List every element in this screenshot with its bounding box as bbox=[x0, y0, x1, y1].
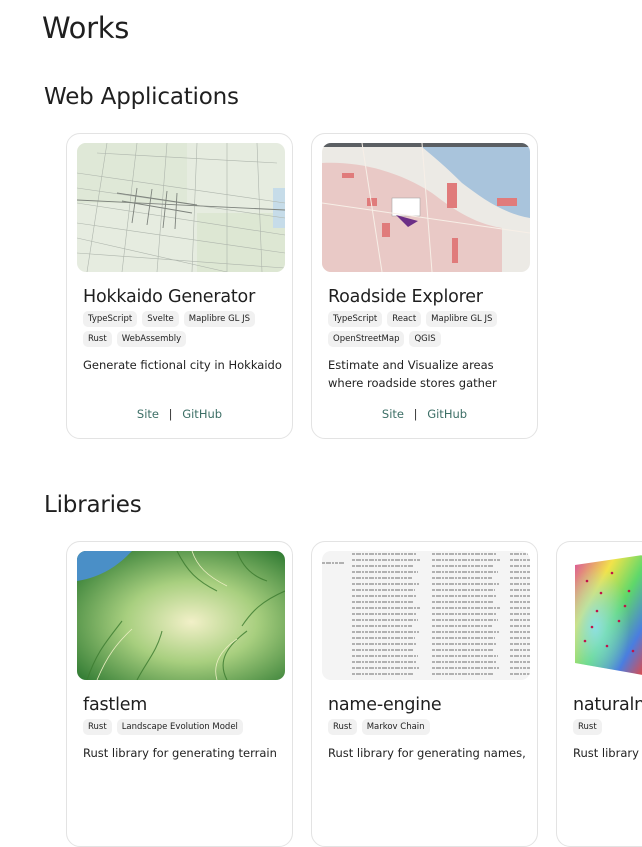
card-description: Rust library for natural neighbor interp… bbox=[573, 746, 642, 760]
card-fastlem[interactable]: fastlem Rust Landscape Evolution Model R… bbox=[66, 541, 293, 847]
github-link[interactable]: GitHub bbox=[427, 407, 467, 421]
tag: Rust bbox=[573, 719, 602, 735]
card-hokkaido-generator[interactable]: Hokkaido Generator TypeScript Svelte Map… bbox=[66, 133, 293, 439]
card-title: fastlem bbox=[83, 695, 148, 715]
card-title: naturalneighbor bbox=[573, 695, 642, 715]
tag-list: TypeScript Svelte Maplibre GL JS Rust We… bbox=[83, 311, 288, 347]
tag: WebAssembly bbox=[116, 331, 187, 347]
tag: TypeScript bbox=[83, 311, 138, 327]
tag-list: TypeScript React Maplibre GL JS OpenStre… bbox=[328, 311, 533, 347]
tag: Maplibre GL JS bbox=[183, 311, 256, 327]
card-description: Rust library for generating names, bbox=[328, 746, 526, 760]
tag-list: Rust Markov Chain bbox=[328, 719, 533, 735]
link-separator: | bbox=[168, 407, 173, 421]
card-roadside-explorer[interactable]: Roadside Explorer TypeScript React Mapli… bbox=[311, 133, 538, 439]
thumbnail-naturalneighbor[interactable] bbox=[567, 551, 642, 680]
github-link[interactable]: GitHub bbox=[182, 407, 222, 421]
tag-list: Rust Landscape Evolution Model bbox=[83, 719, 288, 735]
card-title: Roadside Explorer bbox=[328, 287, 483, 307]
card-links: Site | GitHub bbox=[312, 407, 537, 421]
card-name-engine[interactable]: name-engine Rust Markov Chain Rust libra… bbox=[311, 541, 538, 847]
tag: Rust bbox=[83, 331, 112, 347]
tag: Maplibre GL JS bbox=[426, 311, 498, 327]
thumbnail-fastlem[interactable] bbox=[77, 551, 285, 680]
tag: OpenStreetMap bbox=[328, 331, 405, 347]
card-description: Estimate and Visualize areas where roads… bbox=[328, 358, 497, 390]
tag: Markov Chain bbox=[361, 719, 430, 735]
site-link[interactable]: Site bbox=[382, 407, 404, 421]
site-link[interactable]: Site bbox=[137, 407, 159, 421]
section-title-web-applications: Web Applications bbox=[44, 84, 239, 110]
tag: React bbox=[387, 311, 422, 327]
link-separator: | bbox=[413, 407, 418, 421]
card-naturalneighbor[interactable]: naturalneighbor Rust Rust library for na… bbox=[556, 541, 642, 847]
thumbnail-hokkaido-generator[interactable] bbox=[77, 143, 285, 272]
tag: TypeScript bbox=[328, 311, 383, 327]
tag: Rust bbox=[328, 719, 357, 735]
page-title: Works bbox=[42, 11, 130, 45]
card-description: Generate fictional city in Hokkaido bbox=[83, 358, 282, 372]
thumbnail-name-engine[interactable] bbox=[322, 551, 530, 680]
tag: Svelte bbox=[142, 311, 179, 327]
thumbnail-roadside-explorer[interactable] bbox=[322, 143, 530, 272]
card-title: name-engine bbox=[328, 695, 442, 715]
card-description: Rust library for generating terrain bbox=[83, 746, 277, 760]
tag: Rust bbox=[83, 719, 112, 735]
tag: Landscape Evolution Model bbox=[116, 719, 243, 735]
section-title-libraries: Libraries bbox=[44, 492, 142, 518]
card-title: Hokkaido Generator bbox=[83, 287, 256, 307]
tag-list: Rust bbox=[573, 719, 642, 735]
tag: QGIS bbox=[409, 331, 441, 347]
card-links: Site | GitHub bbox=[67, 407, 292, 421]
